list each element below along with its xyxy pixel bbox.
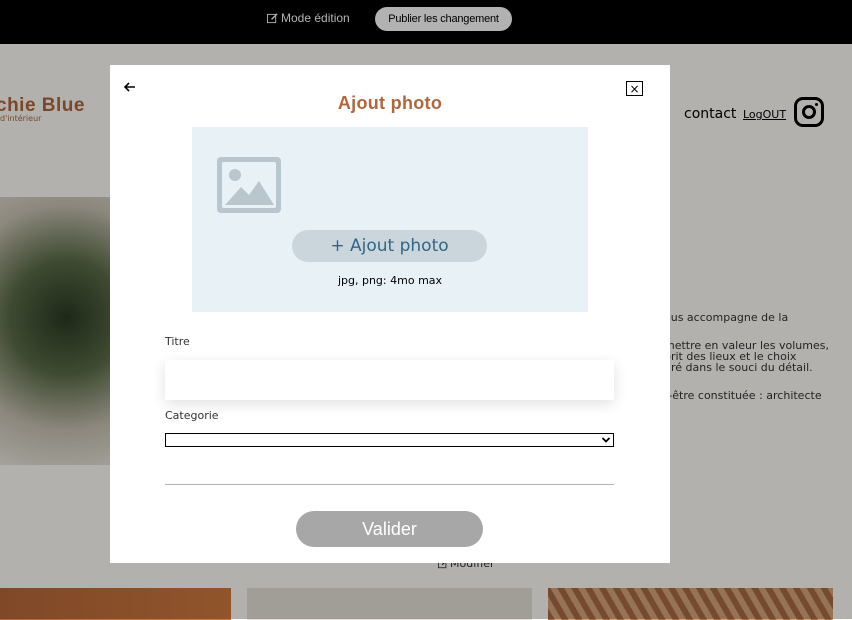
upload-format-hint: jpg, png: 4mo max bbox=[337, 274, 443, 287]
titre-label: Titre bbox=[165, 335, 190, 348]
submit-button[interactable]: Valider bbox=[296, 511, 483, 547]
chevron-down-icon bbox=[601, 437, 611, 443]
add-photo-button[interactable]: + Ajout photo bbox=[292, 230, 487, 262]
categorie-select[interactable] bbox=[165, 433, 614, 447]
add-photo-modal: × Ajout photo + Ajout photo jpg, png: 4m… bbox=[110, 65, 670, 563]
form-divider bbox=[165, 484, 614, 485]
categorie-label: Categorie bbox=[165, 409, 219, 422]
photo-upload-zone[interactable]: + Ajout photo jpg, png: 4mo max bbox=[192, 127, 588, 312]
titre-input[interactable] bbox=[165, 360, 614, 400]
image-placeholder-icon bbox=[217, 157, 281, 213]
modal-title: Ajout photo bbox=[337, 93, 443, 113]
